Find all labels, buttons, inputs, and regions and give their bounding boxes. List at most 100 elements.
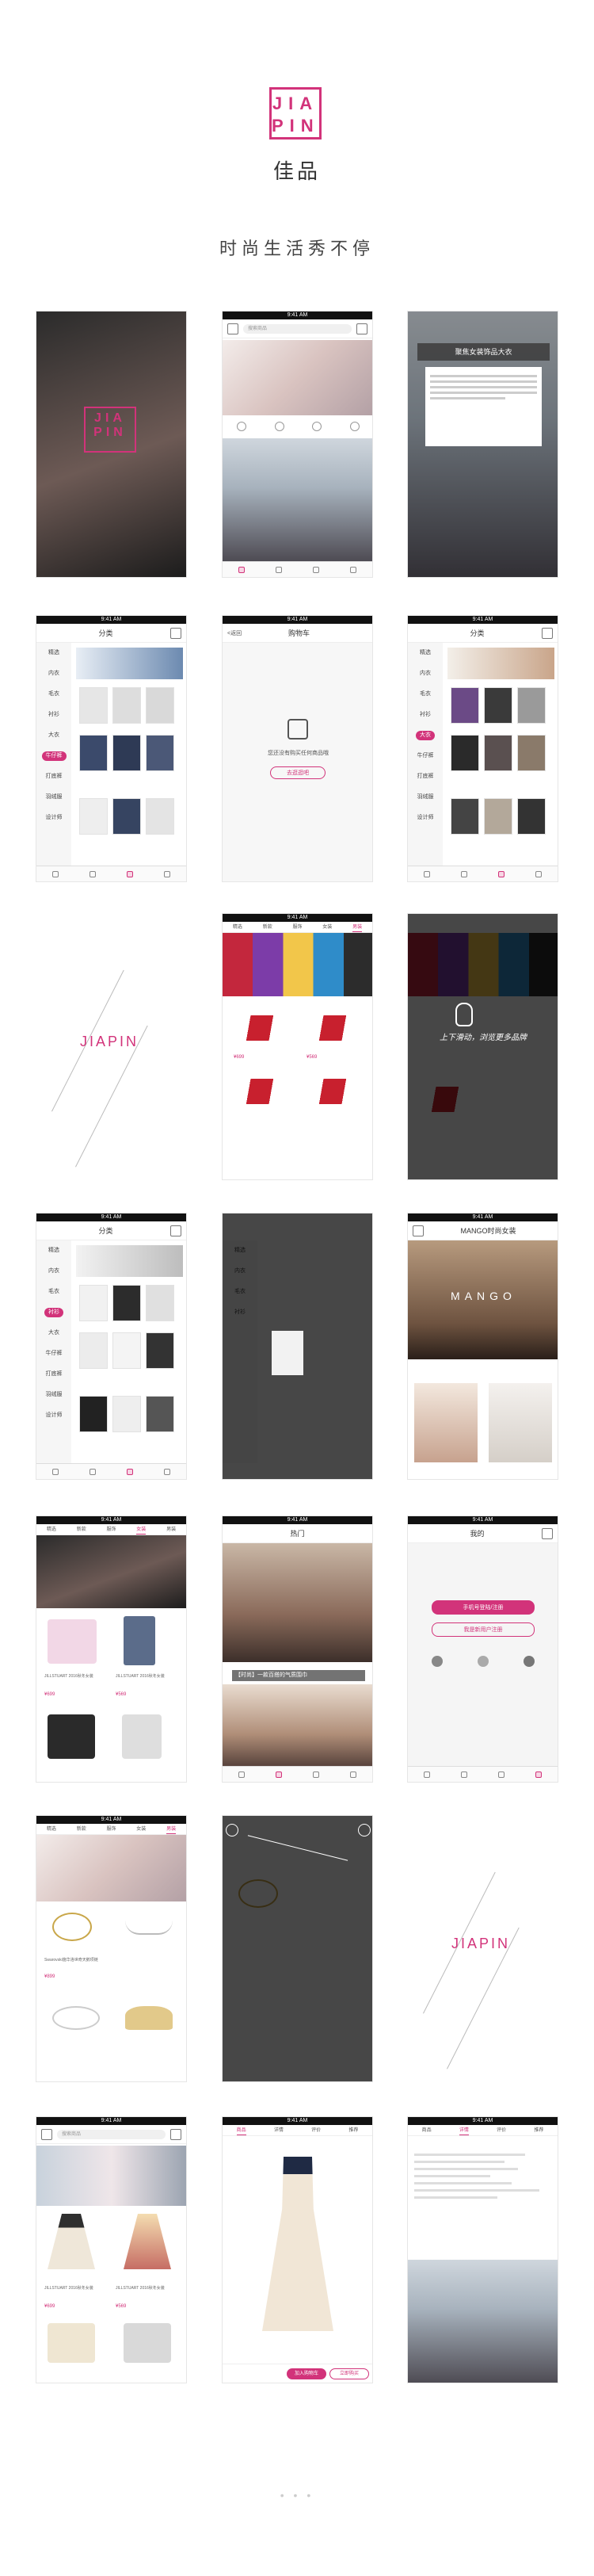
home-tab-icon[interactable] xyxy=(423,1771,430,1778)
earring-image[interactable] xyxy=(125,2006,173,2030)
category-tab-icon[interactable] xyxy=(313,1771,320,1778)
cart-icon[interactable] xyxy=(358,1824,371,1836)
home-tab-icon[interactable] xyxy=(238,1771,245,1778)
tab[interactable]: 新款 xyxy=(263,922,272,932)
product-cell[interactable] xyxy=(146,798,174,835)
category-tab-icon[interactable] xyxy=(127,1468,134,1475)
buy-now-button[interactable]: 立即购买 xyxy=(329,2368,369,2379)
entry-icon[interactable] xyxy=(350,422,360,431)
product-cell[interactable] xyxy=(517,687,546,724)
product-cell[interactable] xyxy=(146,1396,174,1432)
cart-icon[interactable] xyxy=(170,627,181,639)
product-image[interactable] xyxy=(48,2323,95,2363)
profile-tab-icon[interactable] xyxy=(350,1771,357,1778)
login-button[interactable]: 手机号登陆/注册 xyxy=(432,1600,535,1615)
category-item[interactable]: 设计师 xyxy=(408,808,443,828)
model-photo[interactable] xyxy=(489,1383,552,1462)
red-heel-image[interactable] xyxy=(307,1079,359,1104)
product-cell[interactable] xyxy=(146,1285,174,1321)
category-item[interactable]: 毛衣 xyxy=(36,1282,71,1302)
profile-tab-icon[interactable] xyxy=(535,1771,543,1778)
category-item[interactable]: 设计师 xyxy=(36,1405,71,1426)
category-item[interactable]: 精选 xyxy=(408,643,443,663)
product-cell[interactable] xyxy=(112,1396,141,1432)
search-input[interactable]: 搜索商品 xyxy=(243,323,352,334)
product-cell[interactable] xyxy=(451,735,479,771)
tab[interactable]: 评价 xyxy=(497,2125,506,2135)
category-banner[interactable] xyxy=(76,648,183,679)
category-item[interactable]: 打底裤 xyxy=(408,766,443,787)
hot-tab-icon[interactable] xyxy=(89,870,96,877)
entry-icon[interactable] xyxy=(236,422,246,431)
necklace-image[interactable] xyxy=(125,1921,173,1935)
category-item-selected[interactable]: 牛仔裤 xyxy=(36,746,71,766)
category-tab-icon[interactable] xyxy=(498,870,505,877)
cart-icon[interactable] xyxy=(170,1225,181,1236)
category-item[interactable]: 大衣 xyxy=(36,725,71,746)
tab[interactable]: 精选 xyxy=(47,1524,56,1535)
banner-photo[interactable] xyxy=(36,1535,186,1608)
category-banner[interactable] xyxy=(447,648,554,679)
back-icon[interactable] xyxy=(413,1225,424,1236)
red-heel-image[interactable] xyxy=(307,1015,359,1041)
profile-tab-icon[interactable] xyxy=(164,1468,171,1475)
go-shopping-button[interactable]: 去逛逛吧 xyxy=(270,766,326,779)
product-cell[interactable] xyxy=(79,1285,108,1321)
category-item[interactable]: 羽绒服 xyxy=(36,1385,71,1405)
dress-image[interactable] xyxy=(48,2214,95,2269)
category-item[interactable]: 牛仔裤 xyxy=(408,746,443,766)
category-item-selected[interactable]: 衬衫 xyxy=(36,1302,71,1323)
entry-icon[interactable] xyxy=(312,422,322,431)
add-to-cart-button[interactable]: 加入购物车 xyxy=(287,2368,326,2379)
scan-icon[interactable] xyxy=(41,2128,52,2140)
product-image[interactable] xyxy=(124,2323,171,2363)
tab[interactable]: 服饰 xyxy=(106,1824,116,1834)
category-item[interactable]: 精选 xyxy=(36,643,71,663)
back-button[interactable]: <返回 xyxy=(227,629,242,637)
product-cell[interactable] xyxy=(112,687,141,724)
home-tab-icon[interactable] xyxy=(51,1468,59,1475)
tab[interactable]: 评价 xyxy=(311,2125,321,2135)
category-item[interactable]: 内衣 xyxy=(36,663,71,684)
tab-active[interactable]: 详情 xyxy=(459,2125,469,2135)
home-tab-icon[interactable] xyxy=(51,870,59,877)
cart-icon[interactable] xyxy=(170,2128,181,2140)
product-cell[interactable] xyxy=(146,687,174,724)
bracelet-image[interactable] xyxy=(52,2006,100,2030)
hot-second-photo[interactable] xyxy=(223,1684,372,1768)
tab[interactable]: 新款 xyxy=(77,1524,86,1535)
category-tab-icon[interactable] xyxy=(498,1771,505,1778)
banner-photo[interactable] xyxy=(36,1835,186,1901)
tab[interactable]: 服饰 xyxy=(292,922,302,932)
product-cell[interactable] xyxy=(79,735,108,771)
hot-tab-icon[interactable] xyxy=(89,1468,96,1475)
product-image[interactable] xyxy=(122,1714,162,1759)
category-item[interactable]: 设计师 xyxy=(36,808,71,828)
product-cell[interactable] xyxy=(484,687,512,724)
tab[interactable]: 推荐 xyxy=(534,2125,543,2135)
product-cell[interactable] xyxy=(146,1332,174,1369)
category-tab-icon[interactable] xyxy=(127,870,134,877)
wechat-icon[interactable] xyxy=(524,1656,535,1667)
category-item[interactable]: 内衣 xyxy=(36,1261,71,1282)
category-item[interactable]: 毛衣 xyxy=(36,684,71,705)
product-image[interactable] xyxy=(48,1619,97,1664)
model-photo[interactable] xyxy=(414,1383,478,1462)
cart-icon[interactable] xyxy=(356,323,367,334)
tab-active[interactable]: 男装 xyxy=(166,1824,177,1834)
category-item[interactable]: 大衣 xyxy=(36,1323,71,1343)
product-image[interactable] xyxy=(124,1616,155,1665)
tab-active[interactable]: 商品 xyxy=(236,2125,246,2135)
home-tab-icon[interactable] xyxy=(423,870,430,877)
entry-icon[interactable] xyxy=(274,422,284,431)
product-cell[interactable] xyxy=(79,1396,108,1432)
tab-active[interactable]: 女装 xyxy=(136,1524,147,1535)
cart-icon[interactable] xyxy=(542,627,553,639)
red-heel-image[interactable] xyxy=(234,1079,286,1104)
category-tab-icon[interactable] xyxy=(313,566,320,573)
category-item[interactable]: 打底裤 xyxy=(36,766,71,787)
tab[interactable]: 服饰 xyxy=(106,1524,116,1535)
category-item[interactable]: 精选 xyxy=(36,1240,71,1261)
scan-icon[interactable] xyxy=(226,1824,238,1836)
product-cell[interactable] xyxy=(112,1332,141,1369)
